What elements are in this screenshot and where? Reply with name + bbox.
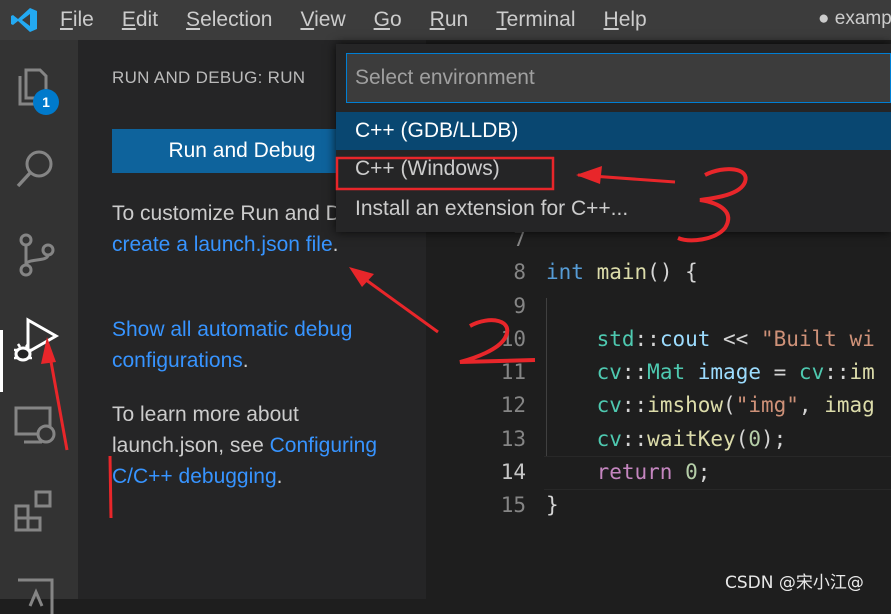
menu-file[interactable]: File: [60, 8, 94, 32]
code-line[interactable]: return 0;: [546, 460, 711, 484]
line-number: 12: [500, 393, 526, 417]
csdn-watermark: CSDN @宋小江@: [725, 573, 864, 593]
code-line[interactable]: }: [546, 493, 559, 517]
activity-bar: 1: [0, 40, 78, 614]
testing-icon[interactable]: [12, 566, 60, 614]
line-number-current: 14: [500, 460, 526, 484]
run-and-debug-button[interactable]: Run and Debug: [112, 129, 372, 173]
menu-terminal[interactable]: Terminal: [496, 8, 575, 32]
line-number: 13: [500, 427, 526, 451]
line-number: 15: [500, 493, 526, 517]
extensions-icon[interactable]: [12, 486, 60, 534]
code-line[interactable]: int main() {: [546, 260, 698, 284]
title-bar: File Edit Selection View Go Run Terminal…: [0, 0, 891, 40]
code-line[interactable]: std::cout << "Built wi: [546, 327, 875, 351]
code-line[interactable]: cv::Mat image = cv::im: [546, 360, 875, 384]
line-number: 11: [500, 360, 526, 384]
search-icon[interactable]: [12, 144, 60, 192]
line-number: 9: [513, 294, 526, 318]
show-automatic-configs-link[interactable]: Show all automatic debug configurations: [112, 318, 353, 372]
menu-edit[interactable]: Edit: [122, 8, 158, 32]
line-number: 10: [500, 327, 526, 351]
learn-more-paragraph: To learn more about launch.json, see Con…: [112, 403, 378, 488]
line-number: 8: [513, 260, 526, 284]
select-environment-quickpick: Select environment C++ (GDB/LLDB) C++ (W…: [336, 44, 891, 232]
show-configs-paragraph: Show all automatic debug configurations.: [112, 318, 353, 372]
code-line[interactable]: cv::imshow("img", imag: [546, 393, 875, 417]
menu-go[interactable]: Go: [374, 8, 402, 32]
menu-selection[interactable]: Selection: [186, 8, 272, 32]
option-cpp-windows[interactable]: C++ (Windows): [336, 150, 891, 188]
option-cpp-gdb-lldb[interactable]: C++ (GDB/LLDB): [336, 112, 891, 150]
run-debug-icon[interactable]: [12, 314, 60, 362]
menu-help[interactable]: Help: [604, 8, 647, 32]
window-title: ● examp: [818, 8, 891, 29]
sidebar-title: RUN AND DEBUG: RUN: [112, 68, 306, 87]
code-line[interactable]: cv::waitKey(0);: [546, 427, 787, 451]
menu-run[interactable]: Run: [430, 8, 469, 32]
active-view-marker: [0, 330, 3, 392]
vscode-logo-icon[interactable]: [10, 6, 38, 34]
source-control-icon[interactable]: [12, 230, 60, 278]
remote-explorer-icon[interactable]: [12, 400, 60, 448]
create-launch-json-link[interactable]: create a launch.json file: [112, 233, 333, 256]
option-install-extension[interactable]: Install an extension for C++...: [336, 190, 891, 228]
environment-filter-input[interactable]: Select environment: [346, 53, 891, 103]
menu-view[interactable]: View: [300, 8, 345, 32]
explorer-badge: 1: [33, 89, 59, 115]
